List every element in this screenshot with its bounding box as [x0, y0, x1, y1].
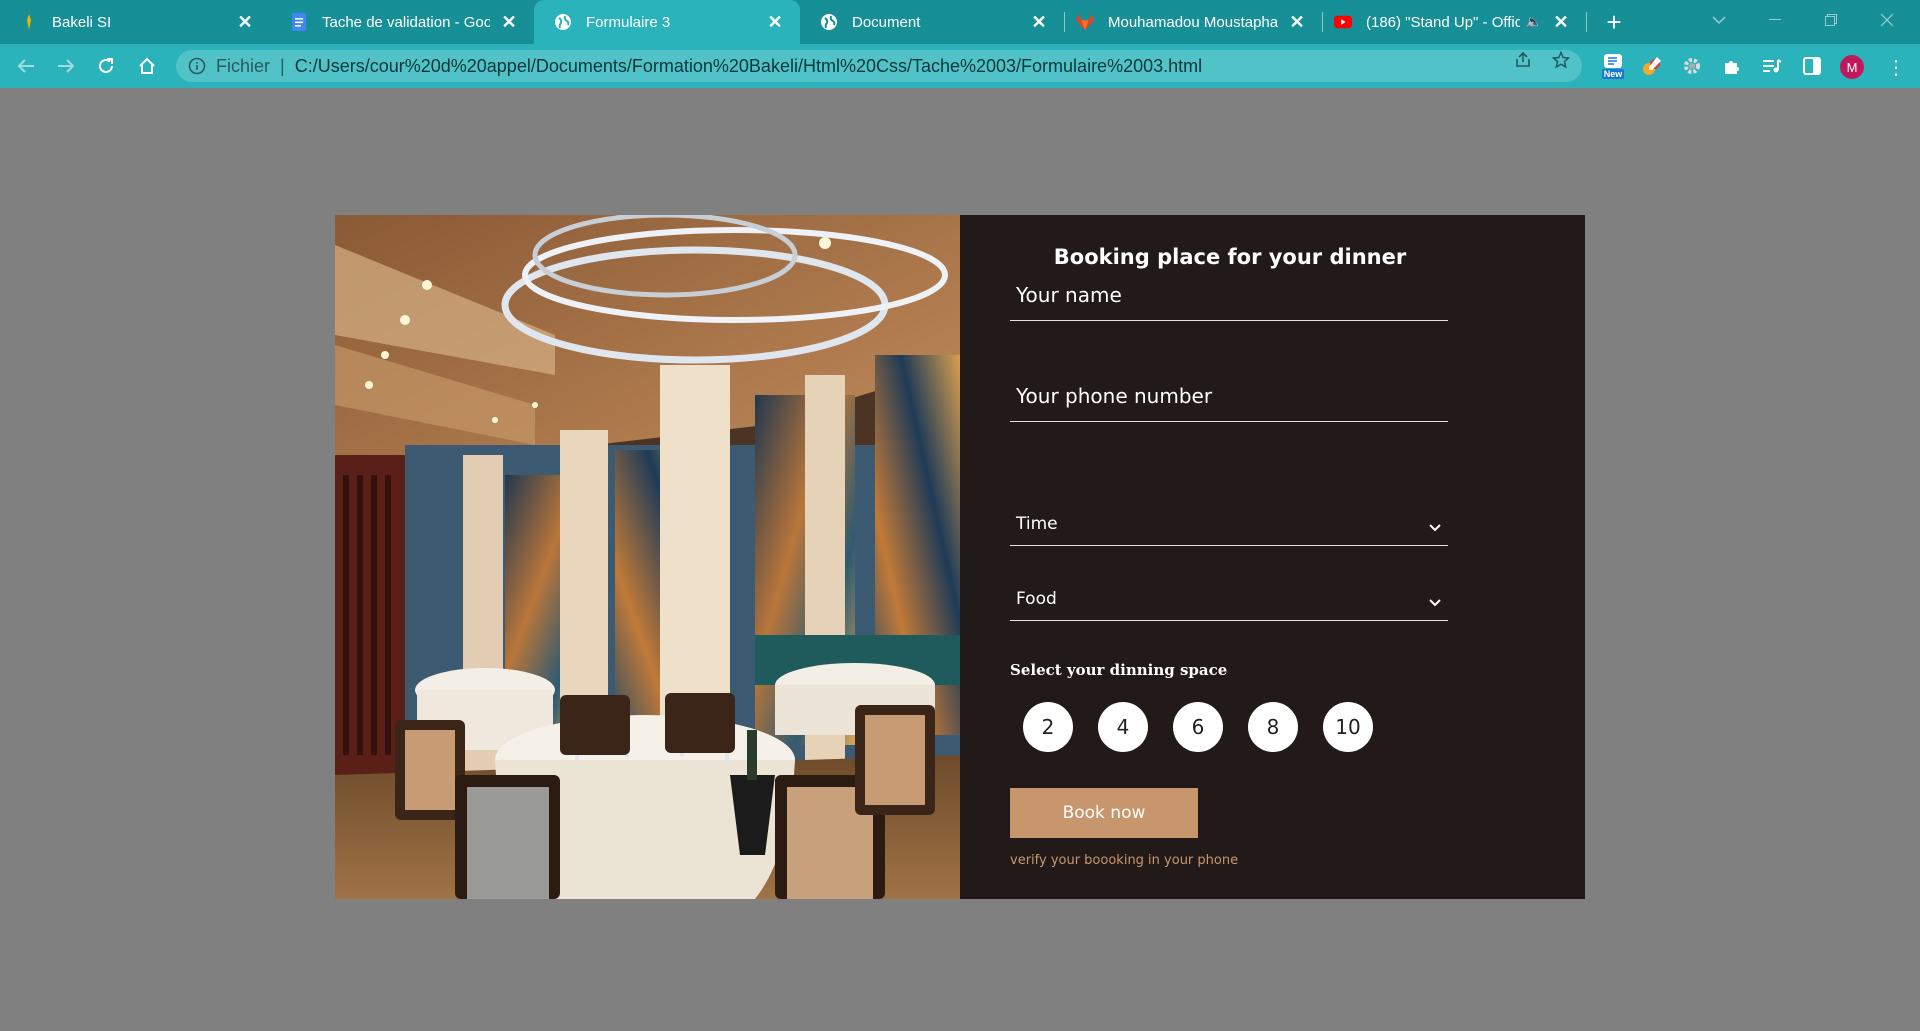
gitlab-icon	[1076, 13, 1094, 31]
tab-separator	[1064, 12, 1065, 32]
verify-note: verify your boooking in your phone	[1010, 853, 1239, 868]
close-icon[interactable]: ✕	[498, 11, 520, 33]
food-select-label: Food	[1016, 588, 1057, 609]
tab-title: Mouhamadou Moustapha	[1108, 13, 1278, 31]
extension-new-icon[interactable]: New	[1600, 51, 1626, 81]
booking-form: Booking place for your dinner Time Food …	[335, 215, 1585, 899]
more-menu-icon[interactable]: ⋮	[1884, 55, 1908, 79]
gear-extension-icon[interactable]	[1680, 54, 1704, 78]
url-scheme-label: Fichier	[216, 55, 271, 76]
restore-icon[interactable]	[1808, 0, 1854, 40]
google-docs-icon	[290, 13, 308, 31]
tab-separator	[1586, 12, 1587, 32]
tab-title: Bakeli SI	[52, 13, 112, 31]
puzzle-piece-icon[interactable]	[1720, 54, 1744, 78]
forward-arrow-icon[interactable]	[50, 50, 82, 82]
bakeli-favicon	[20, 13, 38, 31]
youtube-icon	[1334, 13, 1352, 31]
food-select[interactable]: Food	[1010, 577, 1448, 621]
tab-document[interactable]: Document ✕	[800, 0, 1064, 44]
tab-bakeli[interactable]: Bakeli SI ✕	[0, 0, 270, 44]
phone-input[interactable]	[1010, 370, 1448, 422]
close-icon[interactable]: ✕	[764, 11, 786, 33]
minimize-icon[interactable]	[1752, 0, 1798, 40]
home-icon[interactable]	[131, 50, 163, 82]
close-icon[interactable]: ✕	[1550, 11, 1572, 33]
reload-icon[interactable]	[90, 50, 122, 82]
share-icon[interactable]	[1514, 51, 1532, 69]
form-title: Booking place for your dinner	[1053, 245, 1407, 269]
color-picker-icon[interactable]	[1640, 54, 1664, 78]
close-icon[interactable]: ✕	[234, 11, 256, 33]
tab-youtube[interactable]: (186) "Stand Up" - Offic 🔈 ✕	[1324, 0, 1586, 44]
seat-option[interactable]: 10	[1323, 702, 1373, 752]
browser-toolbar: Fichier | C:/Users/cour%20d%20appel/Docu…	[0, 44, 1920, 88]
speaker-icon[interactable]: 🔈	[1526, 14, 1542, 30]
tab-title: Tache de validation - Googl	[322, 13, 490, 31]
tab-title: Document	[852, 13, 921, 31]
tab-formulaire[interactable]: Formulaire 3 ✕	[534, 0, 800, 44]
url-text[interactable]: C:/Users/cour%20d%20appel/Documents/Form…	[295, 56, 1202, 77]
back-arrow-icon[interactable]	[10, 50, 42, 82]
tab-strip: Bakeli SI ✕ Tache de validation - Googl …	[0, 0, 1920, 44]
globe-icon	[820, 13, 838, 31]
seat-option[interactable]: 4	[1098, 702, 1148, 752]
tab-google-docs[interactable]: Tache de validation - Googl ✕	[270, 0, 534, 44]
tab-search-icon[interactable]	[1696, 0, 1742, 40]
dining-space-label: Select your dinning space	[1010, 661, 1228, 679]
time-select-label: Time	[1016, 513, 1058, 534]
info-icon[interactable]	[188, 57, 206, 75]
seat-option[interactable]: 8	[1248, 702, 1298, 752]
tab-title: Formulaire 3	[586, 13, 671, 31]
chevron-down-icon	[1429, 523, 1441, 531]
seat-option[interactable]: 6	[1173, 702, 1223, 752]
address-bar[interactable]: Fichier | C:/Users/cour%20d%20appel/Docu…	[176, 50, 1582, 82]
bookmark-star-icon[interactable]	[1552, 51, 1570, 69]
avatar[interactable]: M	[1840, 55, 1864, 79]
time-select[interactable]: Time	[1010, 502, 1448, 546]
new-tab-button[interactable]: +	[1598, 6, 1630, 38]
chevron-down-icon	[1429, 598, 1441, 606]
media-queue-icon[interactable]	[1760, 54, 1784, 78]
book-now-button[interactable]: Book now	[1010, 788, 1198, 838]
close-icon[interactable]: ✕	[1028, 11, 1050, 33]
side-panel-icon[interactable]	[1800, 54, 1824, 78]
globe-icon	[554, 13, 572, 31]
name-input[interactable]	[1010, 269, 1448, 321]
url-divider: |	[280, 55, 285, 76]
tab-separator	[1322, 12, 1323, 32]
window-close-icon[interactable]	[1864, 0, 1910, 40]
tab-title: (186) "Stand Up" - Offic	[1366, 13, 1520, 31]
close-icon[interactable]: ✕	[1286, 11, 1308, 33]
tab-gitlab[interactable]: Mouhamadou Moustapha ✕	[1066, 0, 1322, 44]
seat-option[interactable]: 2	[1023, 702, 1073, 752]
new-badge: New	[1601, 69, 1625, 79]
